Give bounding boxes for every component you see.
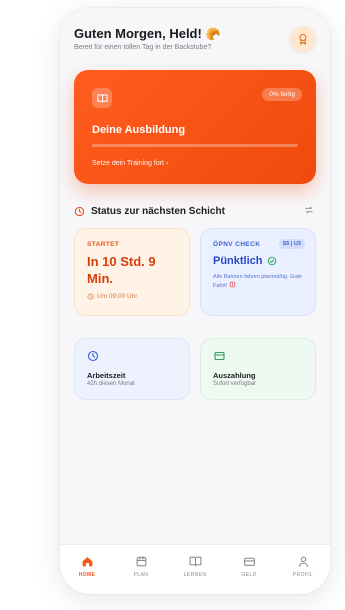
training-card[interactable]: 0% fertig Deine Ausbildung Setze dein Tr…	[74, 70, 316, 184]
payout-title: Auszahlung	[213, 371, 256, 380]
training-progress-bar	[92, 144, 298, 147]
transit-check-label: ÖPNV CHECK	[213, 241, 261, 248]
bottom-tab-bar: HOME PLAN LERNEN GELD PROFIL	[60, 544, 330, 594]
book-icon	[96, 93, 108, 103]
tab-label: HOME	[78, 572, 96, 578]
calendar-icon	[136, 556, 146, 567]
user-icon	[298, 556, 308, 567]
swap-icon[interactable]	[304, 205, 314, 215]
tab-home[interactable]: HOME	[67, 555, 107, 578]
tab-label: PROFIL	[292, 572, 314, 578]
status-section-header: Status zur nächsten Schicht	[74, 204, 314, 218]
tab-profil[interactable]: PROFIL	[283, 555, 323, 578]
tab-geld[interactable]: GELD	[229, 555, 269, 578]
transit-status-row: Pünktlich	[213, 255, 277, 267]
croissant-icon: 🥐	[205, 26, 221, 41]
training-continue-link[interactable]: Setze dein Training fort ›	[92, 160, 168, 167]
check-circle-icon	[267, 256, 276, 266]
award-icon	[299, 33, 307, 45]
greeting-row: Guten Morgen, Held! 🥐	[74, 26, 316, 41]
book-icon	[189, 556, 201, 567]
header: Guten Morgen, Held! 🥐 Bereit für einen t…	[74, 26, 316, 52]
shift-start-countdown: In 10 Std. 9 Min.	[87, 254, 156, 286]
shift-start-card[interactable]: STARTET In 10 Std. 9 Min. Um 09:00 Uhr	[74, 228, 190, 316]
tab-lernen[interactable]: LERNEN	[175, 555, 215, 578]
work-time-title: Arbeitszeit	[87, 371, 126, 380]
status-title: Status zur nächsten Schicht	[91, 205, 225, 217]
clock-blue-icon	[87, 350, 99, 362]
clock-icon	[74, 206, 85, 216]
phone-frame: Guten Morgen, Held! 🥐 Bereit für einen t…	[60, 8, 330, 594]
shift-start-label: STARTET	[87, 241, 120, 248]
transit-description: Alle Bahnen fahren planmäßig. Gute Fahrt…	[213, 274, 302, 289]
transit-check-card[interactable]: ÖPNV CHECK S5 | U3 Pünktlich Alle Bahnen…	[200, 228, 316, 316]
work-time-subtitle: 42h diesen Monat	[87, 381, 135, 387]
training-book-badge	[92, 88, 112, 108]
clock-small-icon	[87, 293, 94, 300]
tab-label: PLAN	[133, 572, 149, 578]
shift-start-time: Um 09:00 Uhr	[97, 293, 138, 300]
greeting-subtitle: Bereit für einen tollen Tag in der Backs…	[74, 44, 212, 51]
shift-start-time-row: Um 09:00 Uhr	[87, 293, 137, 300]
home-icon	[82, 557, 92, 567]
card-icon	[214, 351, 225, 361]
tab-plan[interactable]: PLAN	[121, 555, 161, 578]
award-button[interactable]	[290, 26, 316, 52]
training-title: Deine Ausbildung	[92, 124, 186, 136]
work-time-card[interactable]: Arbeitszeit 42h diesen Monat	[74, 338, 190, 400]
payout-card[interactable]: Auszahlung Sofort verfügbar	[200, 338, 316, 400]
transit-status: Pünktlich	[213, 255, 263, 267]
training-progress-badge: 0% fertig	[262, 88, 302, 101]
tab-label: LERNEN	[183, 572, 207, 578]
transit-lines-badge: S5 | U3	[278, 239, 305, 249]
alert-icon	[229, 281, 236, 288]
transit-description-row: Alle Bahnen fahren planmäßig. Gute Fahrt…	[213, 273, 307, 290]
greeting-title: Guten Morgen, Held!	[74, 26, 202, 41]
payout-subtitle: Sofort verfügbar	[213, 381, 257, 387]
wallet-icon	[243, 557, 255, 566]
tab-label: GELD	[241, 572, 257, 578]
